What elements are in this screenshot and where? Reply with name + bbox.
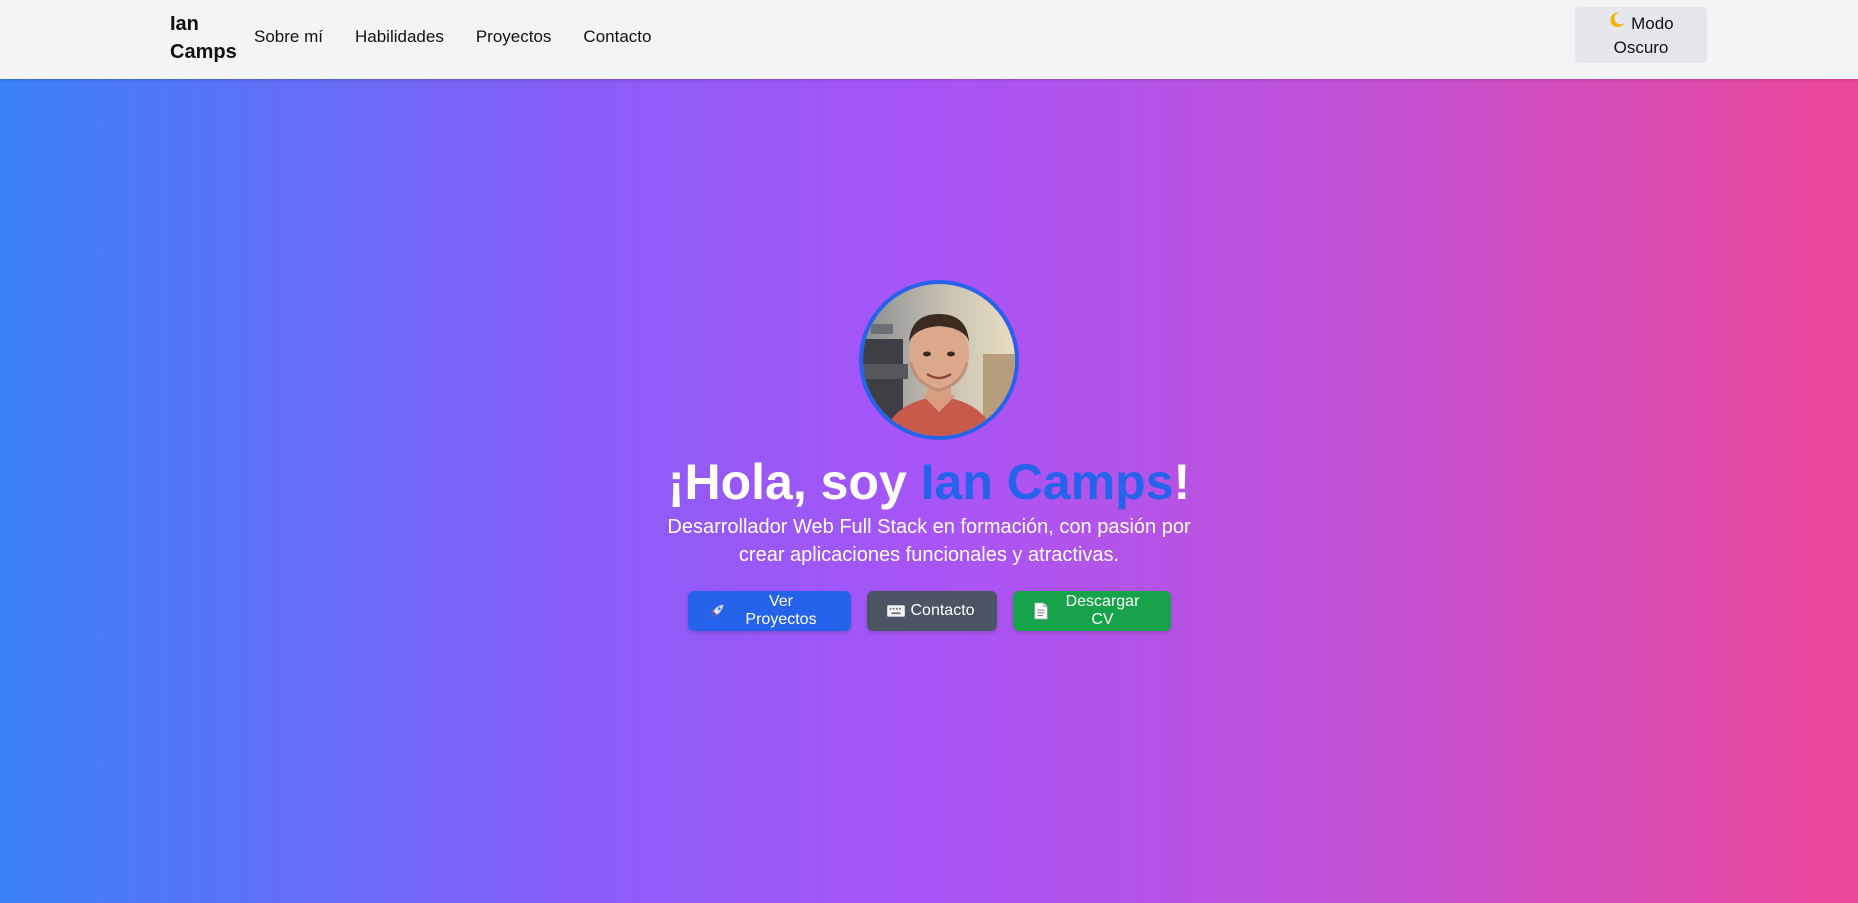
nav-link-proyectos[interactable]: Proyectos <box>476 26 552 48</box>
descargar-cv-label: Descargar CV <box>1065 593 1140 628</box>
ver-proyectos-label: Ver Proyectos <box>745 593 817 628</box>
keyboard-icon <box>886 604 905 618</box>
hero-buttons: Ver Proyectos Contacto Descargar CV <box>0 591 1858 631</box>
contacto-button[interactable]: Contacto <box>866 591 997 631</box>
nav-links: Sobre mí Habilidades Proyectos Contacto <box>254 26 651 48</box>
document-icon <box>1033 602 1049 620</box>
ver-proyectos-button[interactable]: Ver Proyectos <box>687 591 851 631</box>
nav-link-habilidades[interactable]: Habilidades <box>355 26 444 48</box>
rocket-icon <box>708 602 726 620</box>
profile-avatar <box>859 280 1019 440</box>
descargar-cv-button[interactable]: Descargar CV <box>1012 591 1171 631</box>
brand-logo[interactable]: Ian Camps <box>170 10 240 66</box>
headline-greeting: ¡Hola, soy <box>667 454 921 510</box>
nav-link-sobre-mi[interactable]: Sobre mí <box>254 26 323 48</box>
contacto-label: Contacto <box>910 602 975 619</box>
nav-link-contacto[interactable]: Contacto <box>583 26 651 48</box>
headline-exclamation: ! <box>1173 454 1191 510</box>
hero-subtitle: Desarrollador Web Full Stack en formació… <box>667 516 1191 566</box>
hero-headline: ¡Hola, soy Ian Camps! <box>0 450 1858 514</box>
dark-mode-toggle-button[interactable]: Modo Oscuro <box>1575 7 1707 63</box>
headline-name: Ian Camps <box>920 454 1174 510</box>
navbar: Ian Camps Sobre mí Habilidades Proyectos… <box>0 0 1858 79</box>
moon-icon <box>1608 11 1626 29</box>
